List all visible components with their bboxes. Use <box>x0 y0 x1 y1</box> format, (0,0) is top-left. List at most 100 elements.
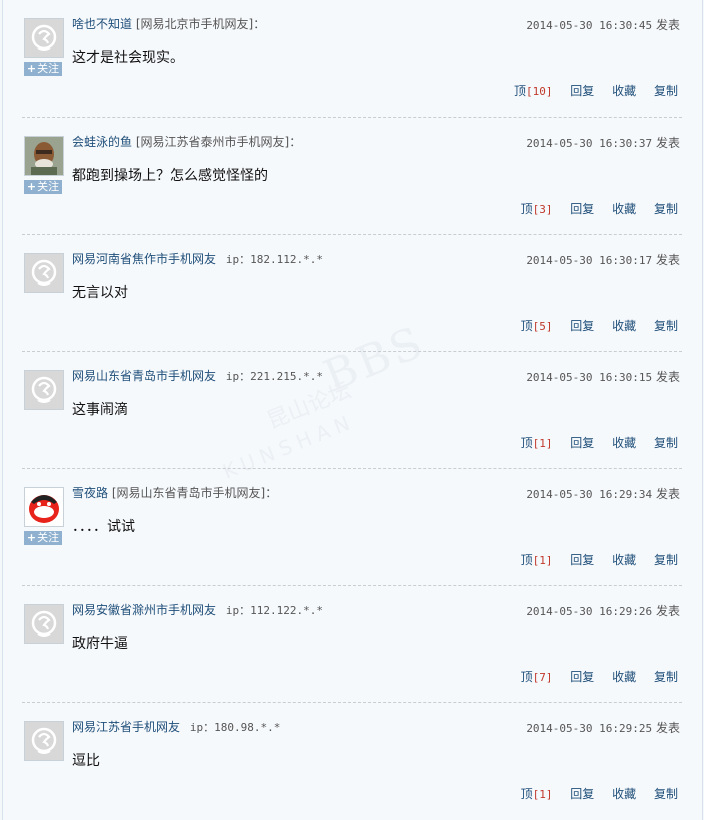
follow-button[interactable]: +关注 <box>24 180 62 194</box>
favorite-button[interactable]: 收藏 <box>612 84 636 98</box>
comment-meta: 会蛙泳的鱼 [网易江苏省泰州市手机网友]： <box>72 134 301 150</box>
post-time: 2014-05-30 16:29:34 发表 <box>526 485 680 502</box>
user-ip: ip：182.112.*.* <box>225 253 323 266</box>
vote-count: [1] <box>532 437 553 450</box>
vote-button[interactable]: 顶[7] <box>521 670 553 684</box>
username-link[interactable]: 网易山东省青岛市手机网友 <box>72 369 216 383</box>
comment-meta: 雪夜路 [网易山东省青岛市手机网友]： <box>72 485 277 501</box>
username-link[interactable]: 啥也不知道 <box>72 17 132 31</box>
username-link[interactable]: 网易河南省焦作市手机网友 <box>72 252 216 266</box>
avatar-image <box>25 254 63 292</box>
vote-button[interactable]: 顶[1] <box>521 553 553 567</box>
vote-label: 顶 <box>520 670 533 684</box>
follow-button[interactable]: +关注 <box>24 531 62 545</box>
user-location: [网易北京市手机网友]： <box>135 17 266 31</box>
reply-button[interactable]: 回复 <box>570 553 594 567</box>
reply-button[interactable]: 回复 <box>570 84 594 98</box>
vote-label: 顶 <box>520 202 533 216</box>
vote-label: 顶 <box>520 553 533 567</box>
comment-actions: 顶[1] 回复 收藏 复制 <box>521 434 678 451</box>
vote-label: 顶 <box>520 436 533 450</box>
copy-button[interactable]: 复制 <box>654 787 678 801</box>
copy-button[interactable]: 复制 <box>654 319 678 333</box>
copy-button[interactable]: 复制 <box>654 436 678 450</box>
plus-icon: + <box>26 531 37 544</box>
comment-item: +关注 雪夜路 [网易山东省青岛市手机网友]： 2014-05-30 16:29… <box>22 468 682 585</box>
post-suffix: 发表 <box>655 487 680 501</box>
avatar-image <box>25 371 63 409</box>
vote-count: [7] <box>532 671 553 684</box>
comment-meta: 网易安徽省滁州市手机网友 ip：112.122.*.* <box>72 602 323 619</box>
timestamp: 2014-05-30 16:30:17 <box>526 254 653 267</box>
avatar-image <box>25 19 63 57</box>
comment-actions: 顶[1] 回复 收藏 复制 <box>521 785 678 802</box>
comment-meta: 啥也不知道 [网易北京市手机网友]： <box>72 16 265 32</box>
favorite-button[interactable]: 收藏 <box>612 553 636 567</box>
username-link[interactable]: 雪夜路 <box>72 486 108 500</box>
comment-actions: 顶[5] 回复 收藏 复制 <box>521 317 678 334</box>
avatar[interactable] <box>24 487 64 527</box>
post-suffix: 发表 <box>655 253 680 267</box>
post-suffix: 发表 <box>655 18 680 32</box>
post-suffix: 发表 <box>655 136 680 150</box>
vote-count: [1] <box>532 788 553 801</box>
comment-item: 网易河南省焦作市手机网友 ip：182.112.*.* 2014-05-30 1… <box>22 234 682 351</box>
reply-button[interactable]: 回复 <box>570 787 594 801</box>
follow-button[interactable]: +关注 <box>24 62 62 76</box>
avatar[interactable] <box>24 604 64 644</box>
user-location: [网易江苏省泰州市手机网友]： <box>135 135 302 149</box>
plus-icon: + <box>26 62 37 75</box>
timestamp: 2014-05-30 16:29:25 <box>526 722 653 735</box>
comment-actions: 顶[10] 回复 收藏 复制 <box>514 82 678 99</box>
reply-button[interactable]: 回复 <box>570 202 594 216</box>
comment-item: 网易安徽省滁州市手机网友 ip：112.122.*.* 2014-05-30 1… <box>22 585 682 702</box>
vote-button[interactable]: 顶[1] <box>521 436 553 450</box>
comment-text: 无言以对 <box>72 285 128 301</box>
post-suffix: 发表 <box>655 604 680 618</box>
copy-button[interactable]: 复制 <box>654 670 678 684</box>
post-suffix: 发表 <box>655 370 680 384</box>
vote-count: [3] <box>532 203 553 216</box>
post-time: 2014-05-30 16:30:45 发表 <box>526 16 680 33</box>
comment-text: 政府牛逼 <box>72 636 128 652</box>
comment-item: +关注 会蛙泳的鱼 [网易江苏省泰州市手机网友]： 2014-05-30 16:… <box>22 117 682 234</box>
copy-button[interactable]: 复制 <box>654 553 678 567</box>
post-time: 2014-05-30 16:30:17 发表 <box>526 251 680 268</box>
avatar[interactable] <box>24 370 64 410</box>
timestamp: 2014-05-30 16:29:26 <box>526 605 653 618</box>
avatar[interactable] <box>24 136 64 176</box>
favorite-button[interactable]: 收藏 <box>612 436 636 450</box>
vote-button[interactable]: 顶[10] <box>514 84 553 98</box>
favorite-button[interactable]: 收藏 <box>612 202 636 216</box>
plus-icon: + <box>26 180 37 193</box>
avatar[interactable] <box>24 18 64 58</box>
vote-count: [10] <box>525 85 553 98</box>
comment-text: 逗比 <box>72 753 100 769</box>
follow-label: 关注 <box>37 531 60 544</box>
reply-button[interactable]: 回复 <box>570 436 594 450</box>
username-link[interactable]: 网易安徽省滁州市手机网友 <box>72 603 216 617</box>
avatar[interactable] <box>24 253 64 293</box>
comment-text: ．．．．试试 <box>72 519 135 535</box>
copy-button[interactable]: 复制 <box>654 202 678 216</box>
favorite-button[interactable]: 收藏 <box>612 670 636 684</box>
comment-text: 都跑到操场上？怎么感觉怪怪的 <box>72 168 268 184</box>
favorite-button[interactable]: 收藏 <box>612 787 636 801</box>
vote-button[interactable]: 顶[5] <box>521 319 553 333</box>
copy-button[interactable]: 复制 <box>654 84 678 98</box>
vote-button[interactable]: 顶[3] <box>521 202 553 216</box>
username-link[interactable]: 会蛙泳的鱼 <box>72 135 132 149</box>
timestamp: 2014-05-30 16:29:34 <box>526 488 653 501</box>
reply-button[interactable]: 回复 <box>570 670 594 684</box>
post-suffix: 发表 <box>655 721 680 735</box>
vote-label: 顶 <box>520 787 533 801</box>
username-link[interactable]: 网易江苏省手机网友 <box>72 720 180 734</box>
vote-button[interactable]: 顶[1] <box>521 787 553 801</box>
favorite-button[interactable]: 收藏 <box>612 319 636 333</box>
avatar-image <box>25 137 63 175</box>
user-ip: ip：112.122.*.* <box>225 604 323 617</box>
user-location: [网易山东省青岛市手机网友]： <box>111 486 278 500</box>
reply-button[interactable]: 回复 <box>570 319 594 333</box>
avatar[interactable] <box>24 721 64 761</box>
follow-label: 关注 <box>37 62 60 75</box>
